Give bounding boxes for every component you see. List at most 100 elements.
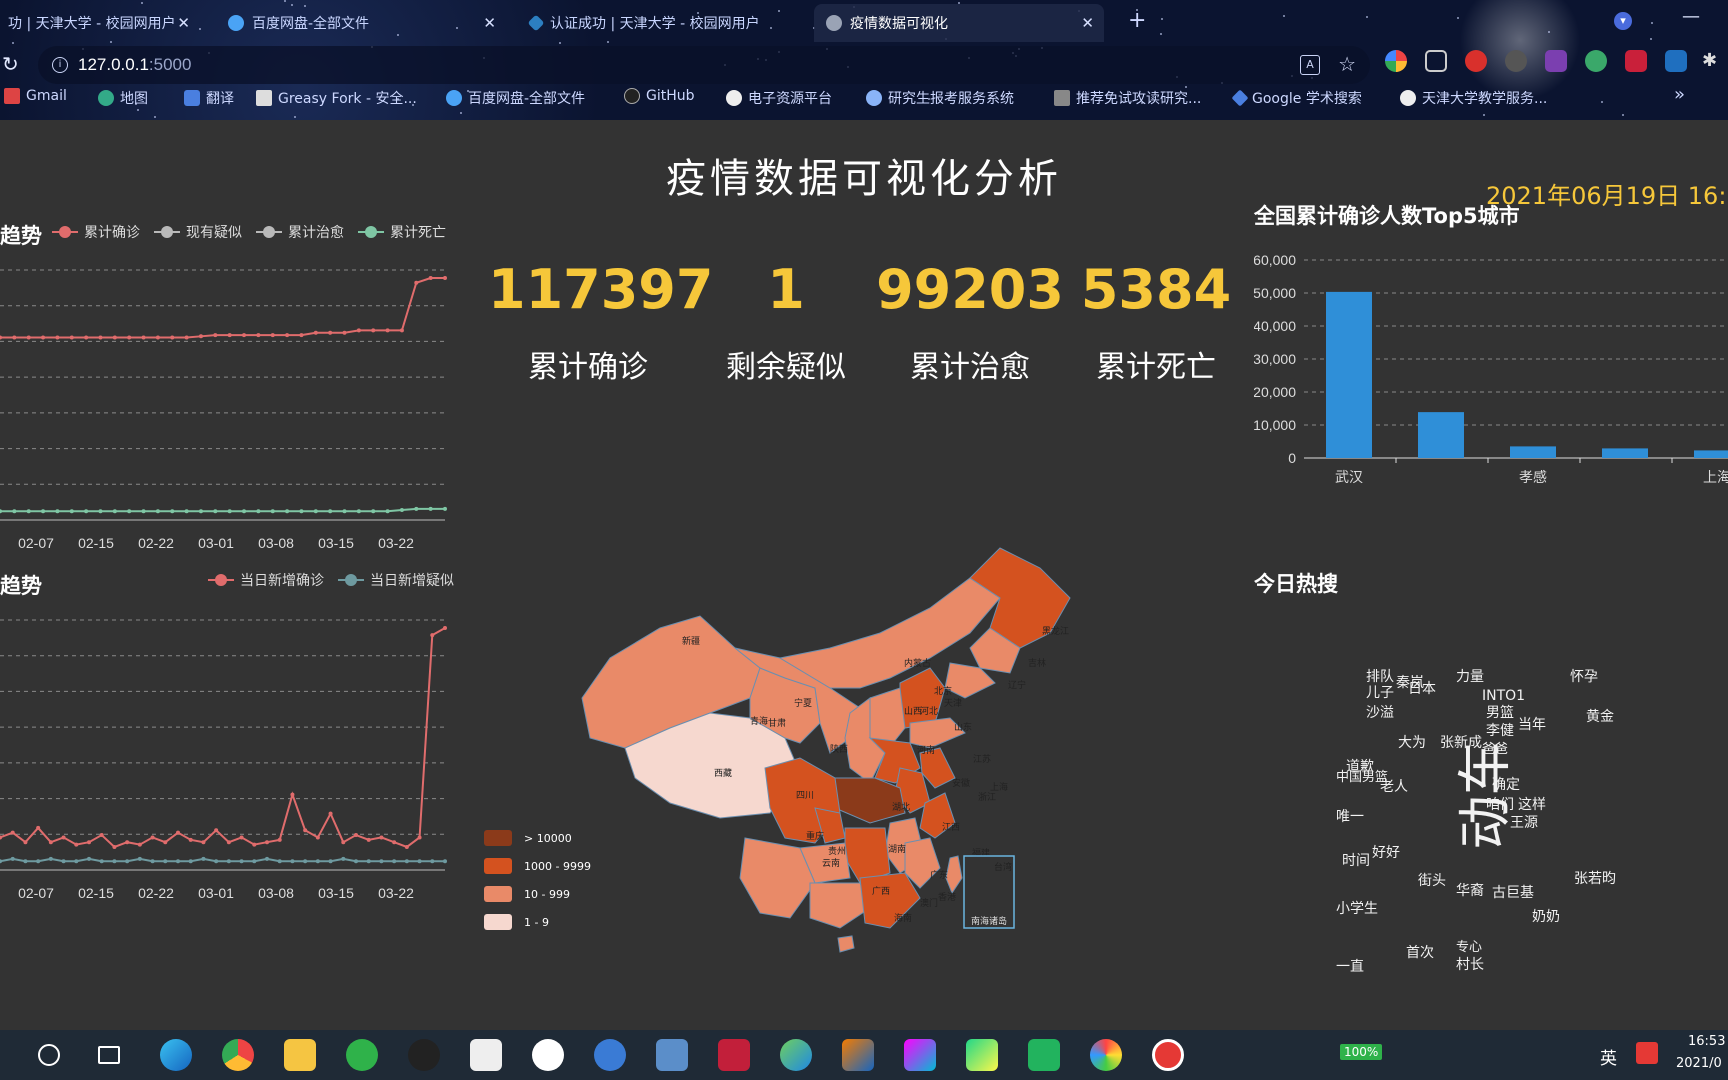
- hot-word[interactable]: 大为: [1398, 732, 1426, 752]
- extension-icon[interactable]: [1505, 50, 1527, 72]
- hot-word[interactable]: 黄金: [1586, 706, 1614, 726]
- wechat-icon[interactable]: [346, 1039, 378, 1071]
- bookmark-gmail[interactable]: Gmail: [4, 88, 67, 104]
- minimize-icon[interactable]: —: [1682, 6, 1700, 27]
- top5-bar-chart[interactable]: 0 10,000 20,000 30,000 40,000 50,000 60,000 武汉 孝…: [1254, 250, 1728, 550]
- legend-item-daily-confirmed[interactable]: 当日新增确诊: [208, 570, 324, 590]
- pycharm-icon[interactable]: [966, 1039, 998, 1071]
- legend-item-current-suspected[interactable]: 现有疑似: [154, 222, 242, 242]
- tab-1[interactable]: 功 | 天津大学 - 校园网用户 ✕: [0, 4, 200, 42]
- mendeley-icon[interactable]: [718, 1039, 750, 1071]
- cortana-icon[interactable]: [38, 1044, 60, 1066]
- bookmark-maps[interactable]: 地图: [98, 88, 148, 108]
- china-choropleth-map[interactable]: 新疆西藏青海 甘肃内蒙古宁夏陕西四川重庆云南贵州广西海南湖北湖南河南山西河北北京天…: [570, 538, 1130, 968]
- hot-word[interactable]: 一直: [1336, 956, 1364, 976]
- close-icon[interactable]: ✕: [177, 14, 190, 32]
- url-text[interactable]: 127.0.0.1:5000: [78, 55, 191, 75]
- extension-icon[interactable]: [1665, 50, 1687, 72]
- hot-word[interactable]: 这样: [1518, 794, 1546, 814]
- visual-map-item-4[interactable]: 1 - 9: [484, 914, 549, 930]
- legend-item-cum-cured[interactable]: 累计治愈: [256, 222, 344, 242]
- hot-word[interactable]: 确定: [1492, 774, 1520, 794]
- hot-word[interactable]: 怀孕: [1570, 666, 1598, 686]
- hot-word[interactable]: 爸爸: [1482, 738, 1508, 757]
- tab-2[interactable]: 百度网盘-全部文件 ✕: [216, 4, 506, 42]
- ime-indicator[interactable]: 英: [1600, 1044, 1617, 1069]
- hot-word[interactable]: 小学生: [1336, 898, 1378, 918]
- screen-recorder-icon[interactable]: [1152, 1039, 1184, 1071]
- bookmark-translate[interactable]: 翻译: [184, 88, 234, 108]
- visual-map-item-2[interactable]: 1000 - 9999: [484, 858, 591, 874]
- hot-word[interactable]: 儿子: [1366, 682, 1394, 702]
- control-panel-icon[interactable]: [656, 1039, 688, 1071]
- file-explorer-icon[interactable]: [284, 1039, 316, 1071]
- edge-icon[interactable]: [160, 1039, 192, 1071]
- daily-new-chart[interactable]: 02-07 02-15 02-22 03-01 03-08 03-15 03-22: [0, 610, 460, 950]
- app-l-icon[interactable]: [594, 1039, 626, 1071]
- adblock-icon[interactable]: [1465, 50, 1487, 72]
- onenote-icon[interactable]: [1545, 50, 1567, 72]
- hot-word[interactable]: 张若昀: [1574, 868, 1616, 888]
- hot-word[interactable]: 好好: [1372, 842, 1400, 862]
- bookmark-scholar[interactable]: Google 学术搜索: [1231, 88, 1362, 108]
- qq-icon[interactable]: [408, 1039, 440, 1071]
- close-icon[interactable]: ✕: [483, 14, 496, 32]
- hot-word[interactable]: 古巨基: [1492, 882, 1534, 902]
- cumulative-trend-chart[interactable]: 02-07 02-15 02-22 03-01 03-08 03-15 03-22: [0, 260, 460, 600]
- clock-date[interactable]: 2021/0: [1676, 1056, 1722, 1071]
- intellij-icon[interactable]: [904, 1039, 936, 1071]
- pdf-app-icon[interactable]: [1028, 1039, 1060, 1071]
- legend-item-cum-dead[interactable]: 累计死亡: [358, 222, 446, 242]
- matlab-icon[interactable]: [842, 1039, 874, 1071]
- extension-icon[interactable]: [1425, 50, 1447, 72]
- tab-3[interactable]: 认证成功 | 天津大学 - 校园网用户: [518, 4, 818, 42]
- puzzle-icon[interactable]: ✱: [1702, 50, 1724, 72]
- hot-word[interactable]: 李健: [1486, 720, 1514, 740]
- hot-word[interactable]: 专心: [1456, 936, 1482, 955]
- close-icon[interactable]: ✕: [1081, 14, 1094, 32]
- hot-word[interactable]: 华裔: [1456, 880, 1484, 900]
- baidu-pan-icon[interactable]: [532, 1039, 564, 1071]
- hot-word[interactable]: 王源: [1510, 812, 1538, 832]
- hot-word[interactable]: 街头: [1418, 870, 1446, 890]
- hot-word[interactable]: 沙溢: [1366, 702, 1394, 722]
- hot-word[interactable]: 村长: [1456, 954, 1484, 974]
- hot-word[interactable]: 时间: [1342, 850, 1370, 870]
- search-icon[interactable]: [0, 1039, 20, 1071]
- bookmark-yanzhao[interactable]: 研究生报考服务系统: [866, 88, 1014, 108]
- hot-word[interactable]: 咱们: [1486, 794, 1514, 814]
- visual-map-item-3[interactable]: 10 - 999: [484, 886, 570, 902]
- network-app-icon[interactable]: [780, 1039, 812, 1071]
- sogou-icon[interactable]: [1636, 1042, 1658, 1064]
- info-icon[interactable]: i: [52, 57, 68, 73]
- bookmark-github[interactable]: GitHub: [624, 88, 695, 104]
- tab-search-icon[interactable]: ▾: [1614, 12, 1632, 30]
- extension-icon[interactable]: [1585, 50, 1607, 72]
- battery-indicator[interactable]: 100%: [1340, 1044, 1383, 1060]
- app-icon[interactable]: [1090, 1039, 1122, 1071]
- legend-item-cum-confirmed[interactable]: 累计确诊: [52, 222, 140, 242]
- hot-word[interactable]: 奶奶: [1532, 906, 1560, 926]
- hot-word[interactable]: 首次: [1406, 942, 1434, 962]
- new-tab-button[interactable]: +: [1128, 8, 1146, 33]
- task-view-icon[interactable]: [98, 1046, 120, 1064]
- translate-icon[interactable]: A: [1300, 55, 1320, 75]
- reload-icon[interactable]: ↻: [2, 52, 19, 76]
- chrome-icon[interactable]: [222, 1039, 254, 1071]
- bookmark-eresources[interactable]: 电子资源平台: [726, 88, 832, 108]
- hot-word[interactable]: 男篮: [1486, 702, 1514, 722]
- hot-search-wordcloud[interactable]: 动车 力量 秦岚 排队 儿子 日本 沙溢 INTO1 男篮 李健 爸爸 当年 道歉 大为 张新成 老人 确定 咱们…: [1336, 666, 1728, 1030]
- extension-icon[interactable]: [1625, 50, 1647, 72]
- bookmark-tju[interactable]: 天津大学教学服务...: [1400, 88, 1547, 108]
- bookmark-baidupan[interactable]: 百度网盘-全部文件: [446, 88, 585, 108]
- typora-icon[interactable]: [470, 1039, 502, 1071]
- chrome-extension-icon[interactable]: [1385, 50, 1407, 72]
- bookmark-tuimian[interactable]: 推荐免试攻读研究...: [1054, 88, 1201, 108]
- clock-time[interactable]: 16:53: [1688, 1034, 1725, 1049]
- legend-item-daily-suspected[interactable]: 当日新增疑似: [338, 570, 454, 590]
- hot-word[interactable]: 唯一: [1336, 806, 1364, 826]
- visual-map-item-1[interactable]: > 10000: [484, 830, 572, 846]
- address-bar[interactable]: i 127.0.0.1:5000 A ☆: [38, 46, 1370, 84]
- bookmark-star-icon[interactable]: ☆: [1338, 52, 1356, 76]
- hot-word[interactable]: 张新成: [1440, 732, 1482, 752]
